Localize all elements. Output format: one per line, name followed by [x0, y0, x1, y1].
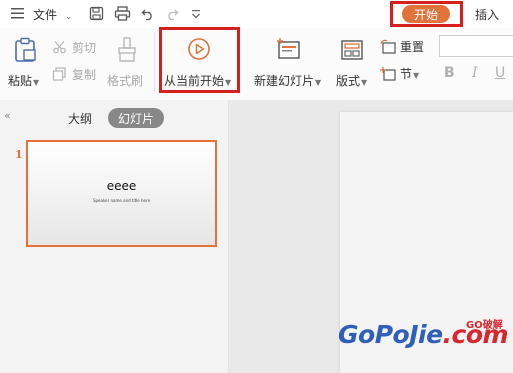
reset-label: 重置	[400, 39, 425, 54]
paste-button[interactable]: 粘贴▼	[5, 34, 43, 92]
new-slide-label: 新建幻灯片▼	[254, 72, 321, 89]
chevron-down-icon: ▼	[413, 70, 420, 80]
play-icon	[186, 36, 212, 62]
slide-thumbnail[interactable]: eeee Speaker name and title here	[26, 140, 217, 247]
layout-button[interactable]: 版式▼	[334, 34, 374, 92]
tab-insert[interactable]: 插入	[475, 6, 499, 23]
new-slide-text: 新建幻灯片	[254, 74, 315, 88]
tab-home-label: 开始	[413, 7, 438, 22]
section-label: 节▼	[400, 65, 419, 82]
redo-icon[interactable]	[163, 5, 180, 22]
play-from-current-label: 从当前开始▼	[164, 72, 231, 89]
layout-label: 版式▼	[336, 72, 367, 89]
chevron-down-icon: ⌄	[64, 12, 73, 22]
reset-button[interactable]: 重置	[380, 37, 424, 55]
section-text: 节	[400, 66, 413, 81]
italic-button[interactable]: I	[472, 65, 478, 81]
ribbon-divider	[154, 32, 155, 92]
scissors-icon	[53, 41, 66, 54]
reset-icon	[380, 39, 396, 54]
tab-slides-label: 幻灯片	[117, 111, 154, 126]
slide-number: 1	[15, 148, 23, 161]
play-from-current-text: 从当前开始	[164, 74, 225, 88]
layout-text: 版式	[336, 74, 361, 88]
file-menu[interactable]: 文件 ⌄	[33, 6, 72, 23]
clipboard-icon	[12, 36, 38, 64]
new-slide-icon	[275, 36, 303, 64]
chevron-down-icon: ▼	[315, 78, 322, 87]
chevron-down-icon: ▼	[361, 78, 368, 87]
ribbon: 粘贴▼ 剪切 复制 格式刷 从当前开始▼ 新建幻灯片▼ 版式▼ 重置 节▼ B …	[0, 27, 513, 101]
save-icon[interactable]	[87, 5, 105, 22]
copy-button[interactable]: 复制	[52, 65, 96, 83]
watermark-badge: GO破解	[466, 320, 503, 331]
cut-button[interactable]: 剪切	[52, 38, 96, 56]
format-painter-button[interactable]: 格式刷	[106, 34, 148, 92]
paste-text: 粘贴	[8, 74, 33, 88]
collapse-panel-icon[interactable]: «	[4, 109, 11, 122]
print-icon[interactable]	[112, 5, 132, 22]
tab-home[interactable]: 开始	[402, 5, 450, 23]
undo-icon[interactable]	[139, 5, 156, 22]
chevron-down-icon: ▼	[225, 78, 232, 87]
watermark-main: GoPoJie	[338, 320, 443, 349]
slide-thumbnail-title: eeee	[106, 179, 137, 193]
section-icon	[380, 66, 396, 81]
tab-slides[interactable]: 幻灯片	[108, 108, 164, 128]
slide-thumbnail-subtitle: Speaker name and title here	[92, 198, 151, 203]
font-name-input[interactable]	[439, 35, 513, 57]
tab-insert-label: 插入	[475, 8, 500, 22]
cut-label: 剪切	[72, 40, 97, 55]
format-painter-label: 格式刷	[107, 74, 144, 88]
underline-button[interactable]: U	[495, 65, 505, 81]
chevron-down-icon: ▼	[33, 78, 40, 87]
paste-label: 粘贴▼	[8, 72, 39, 89]
play-from-current-button[interactable]: 从当前开始▼	[162, 32, 238, 90]
new-slide-button[interactable]: 新建幻灯片▼	[253, 34, 325, 92]
menu-bar: 文件 ⌄ 开始 插入	[0, 0, 513, 28]
paint-brush-icon	[115, 37, 139, 63]
bold-button[interactable]: B	[444, 65, 455, 81]
customize-toolbar-icon[interactable]	[189, 6, 203, 22]
file-menu-label: 文件	[33, 8, 58, 22]
copy-icon	[52, 67, 66, 81]
section-button[interactable]: 节▼	[380, 64, 419, 82]
copy-label: 复制	[72, 67, 97, 82]
tab-outline[interactable]: 大纲	[68, 110, 92, 127]
layout-icon	[339, 38, 365, 62]
hamburger-menu-icon[interactable]	[9, 5, 27, 21]
